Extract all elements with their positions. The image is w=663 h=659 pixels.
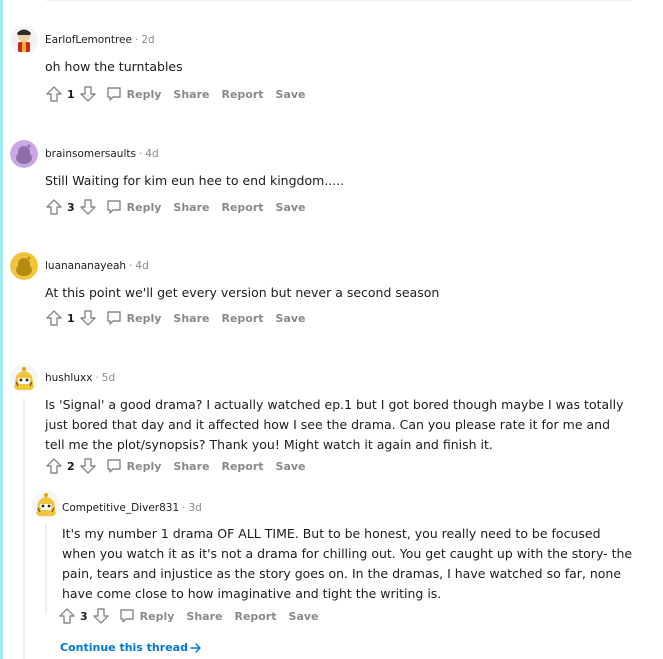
comment-body: It's my number 1 drama OF ALL TIME. But … <box>62 526 633 601</box>
downvote-arrow-icon[interactable] <box>79 85 97 103</box>
comment-meta: brainsomersaults · 4d <box>45 148 159 160</box>
avatar[interactable] <box>10 252 38 280</box>
downvote-arrow-icon[interactable] <box>79 309 97 327</box>
share-button[interactable]: Share <box>173 312 209 325</box>
vote-count: 3 <box>80 609 88 623</box>
reply-button[interactable]: Reply <box>118 607 175 625</box>
comment-actions: 1 Reply Share Report Save <box>45 84 306 104</box>
comment-body: Is 'Signal' a good drama? I actually wat… <box>45 397 624 452</box>
comment: brainsomersaults · 4d Still Waiting for ki… <box>10 140 640 230</box>
comment-meta: Competitive_Diver831 · 3d <box>62 502 202 514</box>
upvote-arrow-icon[interactable] <box>45 457 63 475</box>
author-name[interactable]: Competitive_Diver831 <box>62 502 179 514</box>
comment-body: oh how the turntables <box>45 59 183 74</box>
author-name[interactable]: luanananayeah <box>45 260 126 272</box>
comment: hushluxx · 5d Is 'Signal' a good drama? I … <box>10 364 640 659</box>
comment-body: Still Waiting for kim eun hee to end kin… <box>45 173 345 188</box>
share-button[interactable]: Share <box>173 88 209 101</box>
report-button[interactable]: Report <box>221 201 263 214</box>
avatar[interactable] <box>10 26 38 54</box>
save-button[interactable]: Save <box>276 460 306 473</box>
timestamp[interactable]: 3d <box>188 502 201 514</box>
upvote-arrow-icon[interactable] <box>45 85 63 103</box>
reply-label: Reply <box>126 87 162 101</box>
author-name[interactable]: brainsomersaults <box>45 148 136 160</box>
reply-label: Reply <box>126 200 162 214</box>
reply-label: Reply <box>126 311 162 325</box>
comment: EarlofLemontree · 2d oh how the turntables… <box>10 26 640 116</box>
vote-count: 1 <box>67 87 75 101</box>
author-name[interactable]: EarlofLemontree <box>45 34 132 46</box>
timestamp[interactable]: 2d <box>141 34 154 46</box>
avatar[interactable] <box>10 140 38 168</box>
vote-count: 2 <box>67 459 75 473</box>
comment: luanananayeah · 4d At this point we'll get… <box>10 252 640 342</box>
comment-meta: luanananayeah · 4d <box>45 260 149 272</box>
save-button[interactable]: Save <box>289 610 319 623</box>
report-button[interactable]: Report <box>221 88 263 101</box>
speech-bubble-icon <box>105 309 123 327</box>
timestamp[interactable]: 4d <box>135 260 148 272</box>
author-name[interactable]: hushluxx <box>45 372 92 384</box>
report-button[interactable]: Report <box>234 610 276 623</box>
arrow-right-icon <box>190 642 202 654</box>
reply-label: Reply <box>126 459 162 473</box>
reply-label: Reply <box>139 609 175 623</box>
report-button[interactable]: Report <box>221 460 263 473</box>
speech-bubble-icon <box>118 607 136 625</box>
comment-actions: 1 Reply Share Report Save <box>45 308 306 328</box>
avatar[interactable] <box>10 364 38 392</box>
vote-count: 1 <box>67 311 75 325</box>
speech-bubble-icon <box>105 85 123 103</box>
save-button[interactable]: Save <box>276 201 306 214</box>
reply-button[interactable]: Reply <box>105 85 162 103</box>
downvote-arrow-icon[interactable] <box>79 457 97 475</box>
upvote-arrow-icon[interactable] <box>45 309 63 327</box>
continue-thread-link[interactable]: Continue this thread <box>60 641 202 654</box>
continue-thread-label: Continue this thread <box>60 641 188 654</box>
thread-accent-bar <box>0 0 3 659</box>
comment-actions: 2 Reply Share Report Save <box>45 456 306 476</box>
downvote-arrow-icon[interactable] <box>92 607 110 625</box>
timestamp[interactable]: 4d <box>145 148 158 160</box>
upvote-arrow-icon[interactable] <box>58 607 76 625</box>
downvote-arrow-icon[interactable] <box>79 198 97 216</box>
comment-meta: hushluxx · 5d <box>45 372 116 384</box>
comment-actions: 3 Reply Share Report Save <box>58 606 319 626</box>
comment-meta: EarlofLemontree · 2d <box>45 34 155 46</box>
comment-actions: 3 Reply Share Report Save <box>45 197 306 217</box>
thread-line[interactable] <box>23 398 25 659</box>
share-button[interactable]: Share <box>173 460 209 473</box>
comment-body: At this point we'll get every version bu… <box>45 285 440 300</box>
divider <box>46 0 632 1</box>
timestamp[interactable]: 5d <box>102 372 115 384</box>
reply-button[interactable]: Reply <box>105 309 162 327</box>
reply-button[interactable]: Reply <box>105 198 162 216</box>
reply-button[interactable]: Reply <box>105 457 162 475</box>
share-button[interactable]: Share <box>186 610 222 623</box>
report-button[interactable]: Report <box>221 312 263 325</box>
speech-bubble-icon <box>105 198 123 216</box>
thread-line[interactable] <box>45 524 47 614</box>
upvote-arrow-icon[interactable] <box>45 198 63 216</box>
save-button[interactable]: Save <box>276 312 306 325</box>
share-button[interactable]: Share <box>173 201 209 214</box>
vote-count: 3 <box>67 200 75 214</box>
save-button[interactable]: Save <box>276 88 306 101</box>
speech-bubble-icon <box>105 457 123 475</box>
nested-comment: Competitive_Diver831 · 3d It's my number 1… <box>32 490 642 630</box>
avatar[interactable] <box>32 490 60 518</box>
